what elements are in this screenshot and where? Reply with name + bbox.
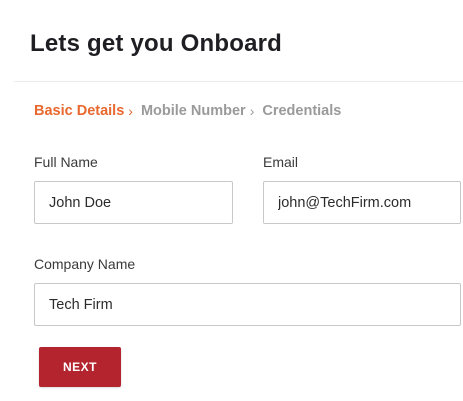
step-mobile-number[interactable]: Mobile Number (141, 103, 246, 119)
step-breadcrumb: Basic Details › Mobile Number › Credenti… (34, 103, 341, 119)
step-basic-details[interactable]: Basic Details (34, 103, 124, 119)
chevron-right-icon: › (128, 103, 133, 119)
chevron-right-icon: › (249, 103, 255, 119)
header-divider (14, 81, 463, 82)
step-credentials[interactable]: Credentials (262, 103, 341, 119)
email-input[interactable] (263, 181, 461, 224)
full-name-input[interactable] (34, 181, 233, 224)
email-label: Email (263, 154, 299, 170)
page-title: Lets get you Onboard (30, 30, 283, 57)
full-name-label: Full Name (34, 154, 98, 170)
onboarding-page: Lets get you Onboard Basic Details › Mob… (0, 0, 463, 401)
company-name-input[interactable] (34, 283, 461, 326)
company-name-label: Company Name (34, 256, 136, 272)
next-button[interactable]: NEXT (39, 347, 121, 387)
